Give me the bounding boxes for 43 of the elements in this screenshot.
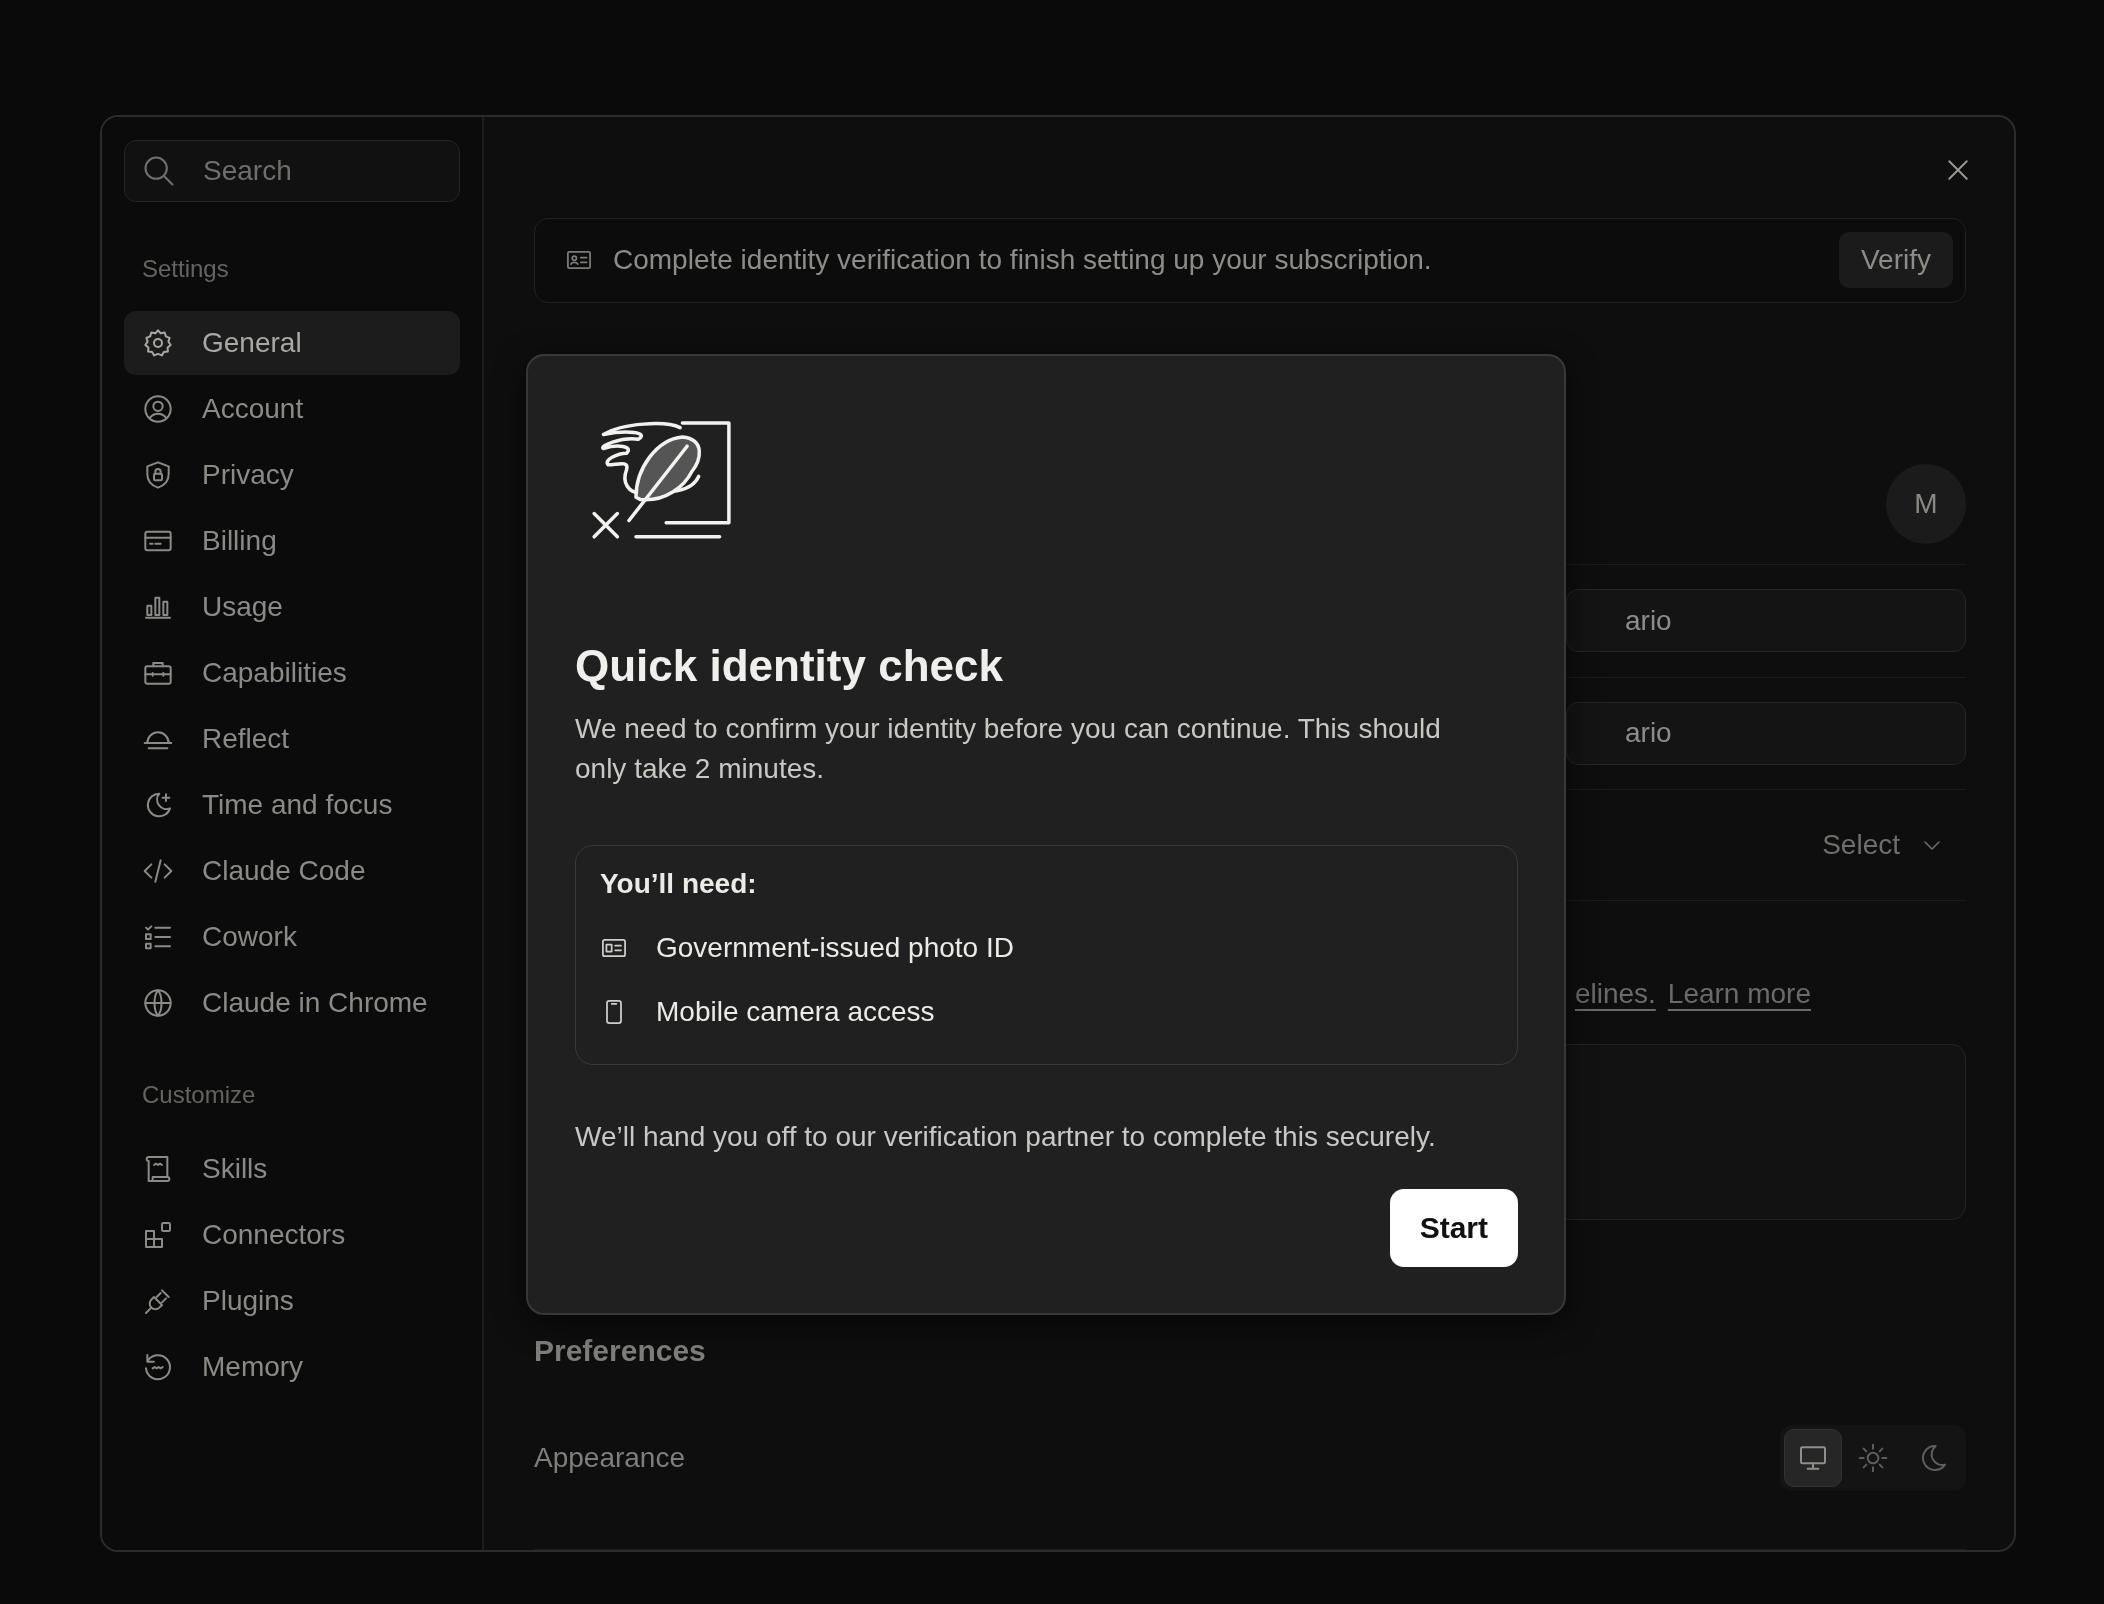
sidebar-item[interactable]: Connectors bbox=[124, 1203, 460, 1267]
dialog-title: Quick identity check bbox=[575, 641, 1004, 691]
requirement-text: Mobile camera access bbox=[656, 996, 935, 1028]
globe-icon bbox=[142, 987, 174, 1019]
sidebar-item[interactable]: Plugins bbox=[124, 1269, 460, 1333]
sidebar-item[interactable]: Skills bbox=[124, 1137, 460, 1201]
banner-text: Complete identity verification to finish setting up your subscription. bbox=[613, 244, 1433, 277]
history-icon bbox=[142, 1351, 174, 1383]
input-field[interactable]: ario bbox=[1566, 589, 1966, 653]
sidebar-item[interactable]: Claude Code bbox=[124, 839, 460, 903]
sidebar-item[interactable]: Memory bbox=[124, 1335, 460, 1399]
theme-option[interactable] bbox=[1784, 1429, 1842, 1488]
sidebar-item[interactable]: Claude in Chrome bbox=[124, 971, 460, 1035]
sidebar-item[interactable]: Cowork bbox=[124, 905, 460, 969]
sidebar-item[interactable]: Billing bbox=[124, 509, 460, 573]
sidebar-item[interactable]: Account bbox=[124, 377, 460, 441]
sidebar-item[interactable]: Privacy bbox=[124, 443, 460, 507]
setting-label: Appearance bbox=[534, 1442, 685, 1475]
link[interactable]: elines. bbox=[1574, 977, 1656, 1010]
sidebar-item[interactable]: Time and focus bbox=[124, 773, 460, 837]
sidebar-item[interactable]: Reflect bbox=[124, 707, 460, 771]
avatar: M bbox=[1886, 464, 1966, 545]
verify-button[interactable]: Verify bbox=[1838, 232, 1953, 289]
user-icon bbox=[142, 393, 174, 425]
requirement-text: Government-issued photo ID bbox=[656, 932, 1014, 964]
select-dropdown[interactable]: Select bbox=[1816, 828, 1966, 863]
sun-icon bbox=[1857, 1442, 1889, 1475]
gear-icon bbox=[142, 327, 174, 359]
section-heading: Settings bbox=[142, 255, 230, 284]
input-field[interactable]: ario bbox=[1566, 701, 1966, 765]
section-heading: Preferences bbox=[534, 1333, 707, 1368]
search-icon bbox=[142, 154, 176, 188]
section-heading: Customize bbox=[142, 1081, 257, 1110]
sidebar-item[interactable]: Usage bbox=[124, 575, 460, 639]
blocks-icon bbox=[142, 1219, 174, 1251]
start-button[interactable]: Start bbox=[1389, 1189, 1518, 1267]
sidebar-item[interactable]: General bbox=[124, 311, 460, 375]
dialog-text: We need to confirm your identity before you can continue. This should only take 2 minutes. bbox=[575, 712, 1442, 786]
search-field[interactable]: Search bbox=[124, 140, 460, 202]
link[interactable]: Learn more bbox=[1667, 977, 1811, 1010]
sidebar-item[interactable]: Capabilities bbox=[124, 641, 460, 705]
dialog-note: We’ll hand you off to our verification partner to complete this securely. bbox=[575, 1121, 1437, 1153]
requirements-heading: You’ll need: bbox=[600, 868, 758, 900]
